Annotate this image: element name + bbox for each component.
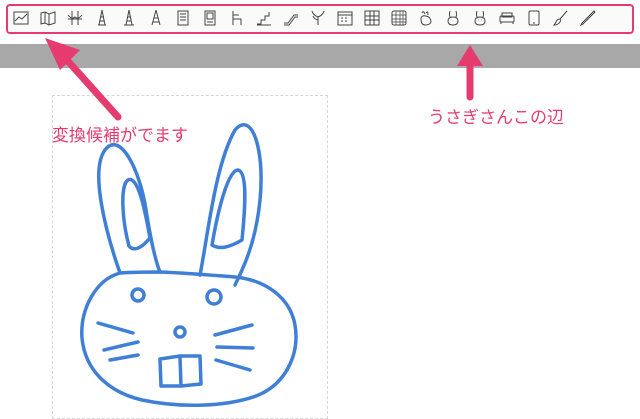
- annotation-right-note: うさぎさんこの辺: [428, 108, 564, 128]
- annotation-left-note: 変換候補がでます: [52, 126, 188, 146]
- annotation-arrows: [45, 38, 483, 121]
